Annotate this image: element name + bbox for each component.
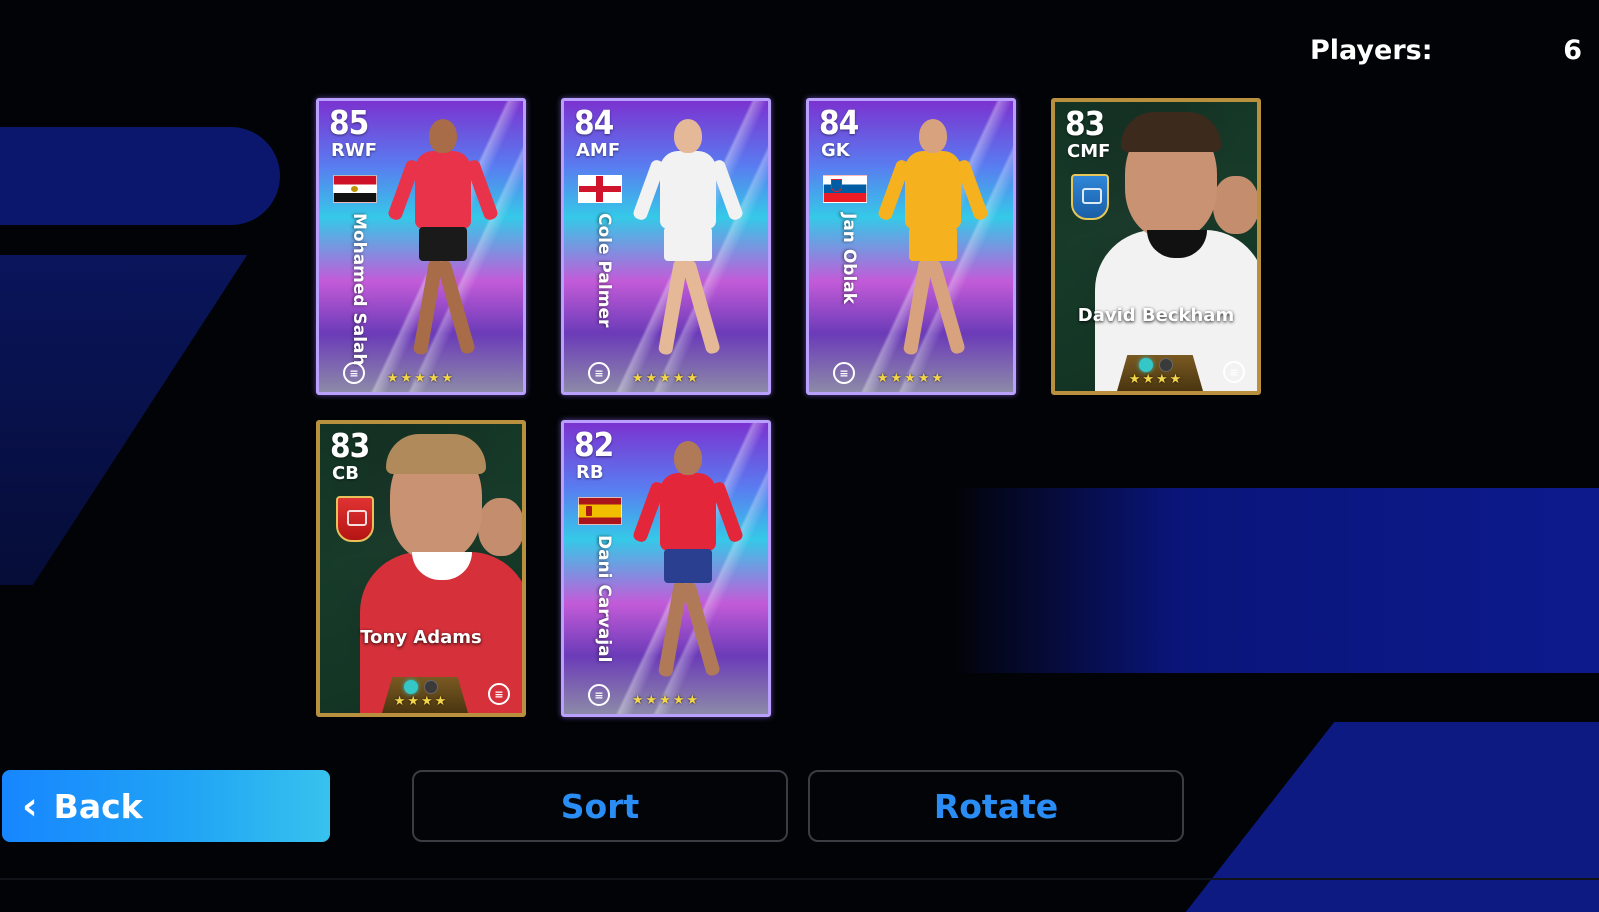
player-card-grid: 85 RWF Mohamed Salah ★★★★★ ≡ 84 AMF Cole Palmer… <box>316 98 1286 726</box>
player-name: Jan Oblak <box>839 213 859 305</box>
back-button[interactable]: ‹ Back <box>2 770 330 842</box>
background-slash-shape <box>0 255 248 585</box>
player-name: Dani Carvajal <box>594 535 614 663</box>
player-name: Cole Palmer <box>594 213 614 328</box>
player-position: AMF <box>576 140 621 161</box>
efootball-logo-icon: ≡ <box>488 683 510 705</box>
flag-egypt-icon <box>333 175 377 203</box>
player-card[interactable]: 84 GK Jan Oblak ★★★★★ ≡ <box>806 98 1016 395</box>
player-card[interactable]: 83 CMF David Beckham ★★★★ ≡ <box>1051 98 1261 395</box>
back-button-label: Back <box>53 786 143 826</box>
flag-spain-icon <box>578 497 622 525</box>
players-count-value: 6 <box>1563 34 1582 66</box>
club-crest-icon <box>336 496 374 542</box>
player-name: David Beckham <box>1077 305 1235 326</box>
bottom-divider <box>0 878 1599 880</box>
background-corner-shape <box>1185 722 1599 912</box>
player-card[interactable]: 84 AMF Cole Palmer ★★★★★ ≡ <box>561 98 771 395</box>
player-rating: 83 <box>1065 104 1105 143</box>
player-portrait <box>1095 112 1257 391</box>
players-label: Players: <box>1310 34 1433 66</box>
chevron-left-icon: ‹ <box>22 784 38 828</box>
player-name: Mohamed Salah <box>349 213 369 366</box>
club-crest-icon <box>1071 174 1109 220</box>
player-rating: 84 <box>819 103 859 142</box>
skill-dot-icon <box>404 679 418 694</box>
player-position: RB <box>576 462 604 483</box>
efootball-logo-icon: ≡ <box>833 362 855 384</box>
flag-england-icon <box>578 175 622 203</box>
skill-dot-icon <box>424 679 438 694</box>
player-figure <box>631 119 745 369</box>
efootball-logo-icon: ≡ <box>1223 361 1245 383</box>
player-figure <box>386 119 500 369</box>
player-rating: 82 <box>574 425 614 464</box>
player-card[interactable]: 85 RWF Mohamed Salah ★★★★★ ≡ <box>316 98 526 395</box>
player-position: GK <box>821 140 850 161</box>
efootball-logo-icon: ≡ <box>588 362 610 384</box>
player-position: RWF <box>331 140 378 161</box>
player-rating: 83 <box>330 426 370 465</box>
skill-dot-icon <box>1159 357 1173 372</box>
flag-slovenia-icon <box>823 175 867 203</box>
players-count: Players: 6 <box>1310 30 1582 70</box>
player-rating: 84 <box>574 103 614 142</box>
player-rating: 85 <box>329 103 369 142</box>
player-position: CB <box>332 463 359 484</box>
skill-dot-icon <box>1139 357 1153 372</box>
player-portrait <box>360 434 522 713</box>
sort-button-label: Sort <box>560 786 640 826</box>
player-position: CMF <box>1067 141 1111 162</box>
player-figure <box>876 119 990 369</box>
player-name: Tony Adams <box>360 627 482 648</box>
player-card[interactable]: 83 CB Tony Adams ★★★★ ≡ <box>316 420 526 717</box>
player-figure <box>631 441 745 691</box>
sort-button[interactable]: Sort <box>412 770 788 842</box>
rotate-button[interactable]: Rotate <box>808 770 1184 842</box>
efootball-logo-icon: ≡ <box>343 362 365 384</box>
player-card[interactable]: 82 RB Dani Carvajal ★★★★★ ≡ <box>561 420 771 717</box>
rotate-button-label: Rotate <box>933 786 1059 826</box>
efootball-logo-icon: ≡ <box>588 684 610 706</box>
background-pill-shape <box>0 127 280 225</box>
